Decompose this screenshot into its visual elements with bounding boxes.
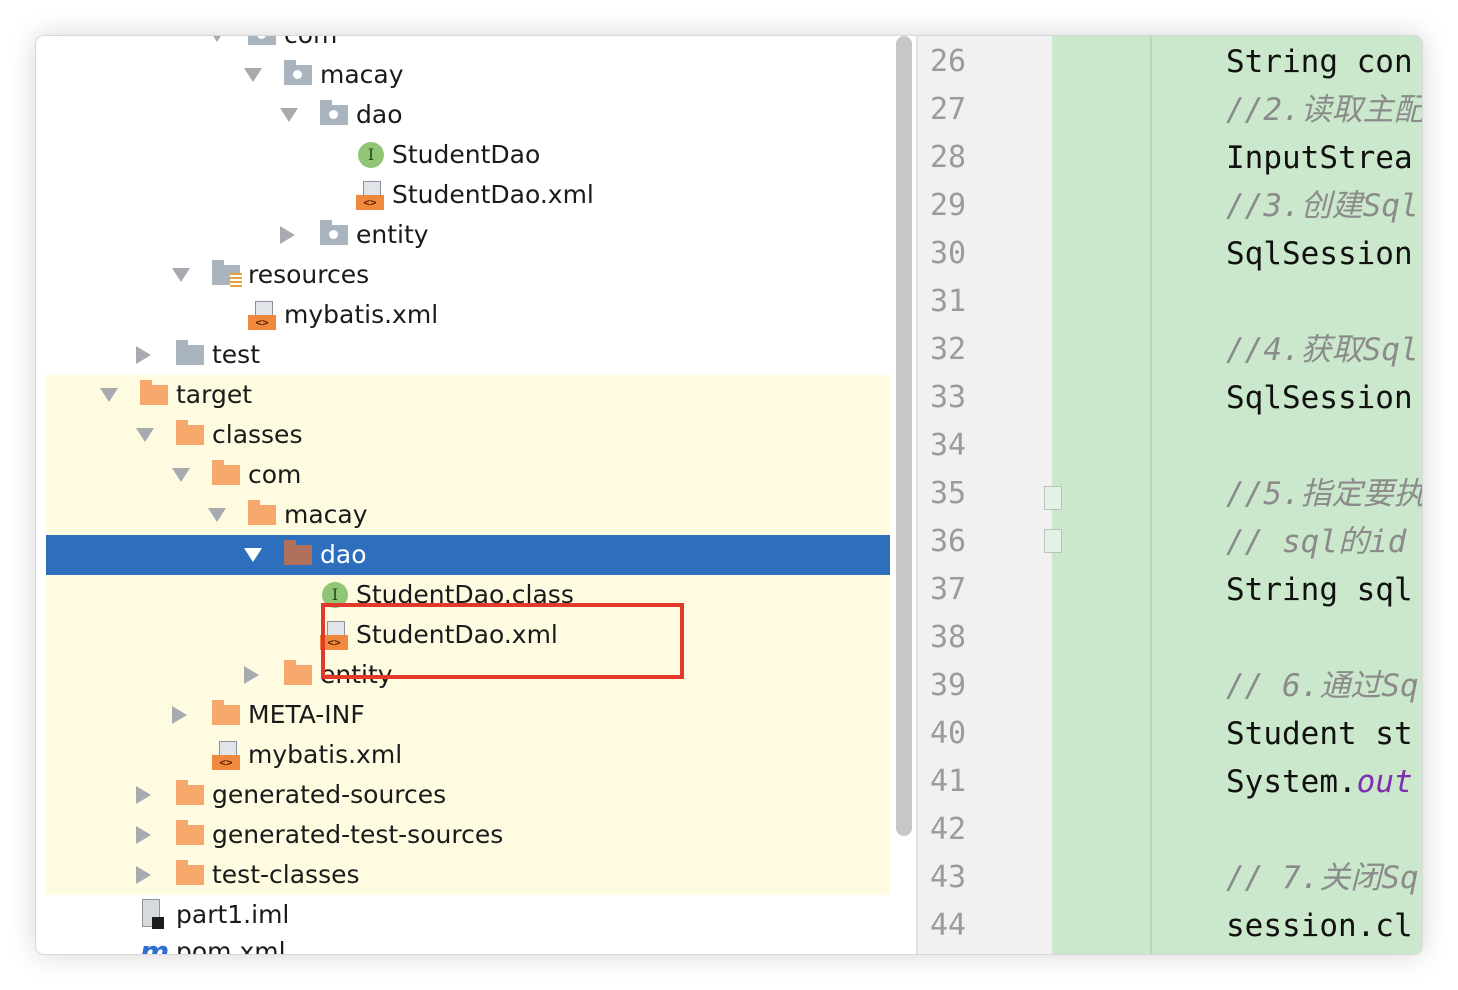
line-number: 27 — [930, 92, 967, 127]
line-number: 33 — [930, 380, 967, 415]
line-number: 37 — [930, 572, 967, 607]
code-text: InputStrea — [1226, 140, 1413, 176]
line-number: 38 — [930, 620, 967, 655]
code-line[interactable]: SqlSession — [1226, 374, 1413, 422]
code-comment-line[interactable]: // sql的id — [1226, 518, 1406, 566]
line-number: 43 — [930, 860, 967, 895]
code-line[interactable]: System.out — [1226, 758, 1413, 806]
line-number: 40 — [930, 716, 967, 751]
code-line[interactable]: String con — [1226, 38, 1413, 86]
line-number: 35 — [930, 476, 967, 511]
code-comment-line[interactable]: // 7.关闭Sq — [1226, 854, 1419, 902]
line-number-gutter: 26 27 28 29 30 31 32 33 34 35 36 37 38 39 40 41 42 43 44 — [918, 36, 1052, 954]
line-number: 32 — [930, 332, 967, 367]
code-comment-line[interactable]: //2.读取主配 — [1226, 86, 1422, 134]
code-line[interactable]: SqlSession — [1226, 230, 1413, 278]
fold-start-icon[interactable] — [1044, 486, 1062, 510]
code-text: SqlSession — [1226, 236, 1413, 272]
ide-window: commacaydaoIStudentDao<>StudentDao.xmlen… — [36, 36, 1422, 954]
code-comment-line[interactable]: //5.指定要执 — [1226, 470, 1422, 518]
code-comment-line[interactable]: // 6.通过Sq — [1226, 662, 1419, 710]
code-text: //3.创建Sql — [1226, 188, 1419, 224]
code-editor[interactable]: 26 27 28 29 30 31 32 33 34 35 36 37 38 39 40 41 42 43 44 S… — [36, 36, 1422, 954]
line-number: 29 — [930, 188, 967, 223]
line-number: 44 — [930, 908, 967, 943]
indent-guide — [1150, 36, 1152, 954]
line-number: 42 — [930, 812, 967, 847]
code-text: Student st — [1226, 716, 1413, 752]
line-number: 39 — [930, 668, 967, 703]
code-text: //2.读取主配 — [1226, 92, 1422, 128]
code-line[interactable]: session.cl — [1226, 902, 1413, 950]
code-text: String sql — [1226, 572, 1413, 608]
code-text: System. — [1226, 764, 1357, 800]
line-number: 31 — [930, 284, 967, 319]
code-text: session.cl — [1226, 908, 1413, 944]
code-comment-line[interactable]: //3.创建Sql — [1226, 182, 1419, 230]
line-number: 36 — [930, 524, 967, 559]
code-line[interactable]: String sql — [1226, 566, 1413, 614]
code-text: //4.获取Sql — [1226, 332, 1419, 368]
code-text: // sql的id — [1226, 524, 1407, 560]
line-number: 41 — [930, 764, 967, 799]
code-line[interactable]: Student st — [1226, 710, 1413, 758]
code-text: //5.指定要执 — [1226, 476, 1422, 512]
code-text: // 6.通过Sq — [1226, 668, 1419, 704]
fold-end-icon[interactable] — [1044, 529, 1062, 553]
line-number: 26 — [930, 44, 967, 79]
line-number: 34 — [930, 428, 967, 463]
code-text: SqlSession — [1226, 380, 1413, 416]
code-field-token: out — [1356, 764, 1413, 800]
code-text: String con — [1226, 44, 1413, 80]
code-line[interactable]: InputStrea — [1226, 134, 1413, 182]
line-number: 30 — [930, 236, 967, 271]
line-number: 28 — [930, 140, 967, 175]
code-text: // 7.关闭Sq — [1226, 860, 1419, 896]
code-comment-line[interactable]: //4.获取Sql — [1226, 326, 1419, 374]
